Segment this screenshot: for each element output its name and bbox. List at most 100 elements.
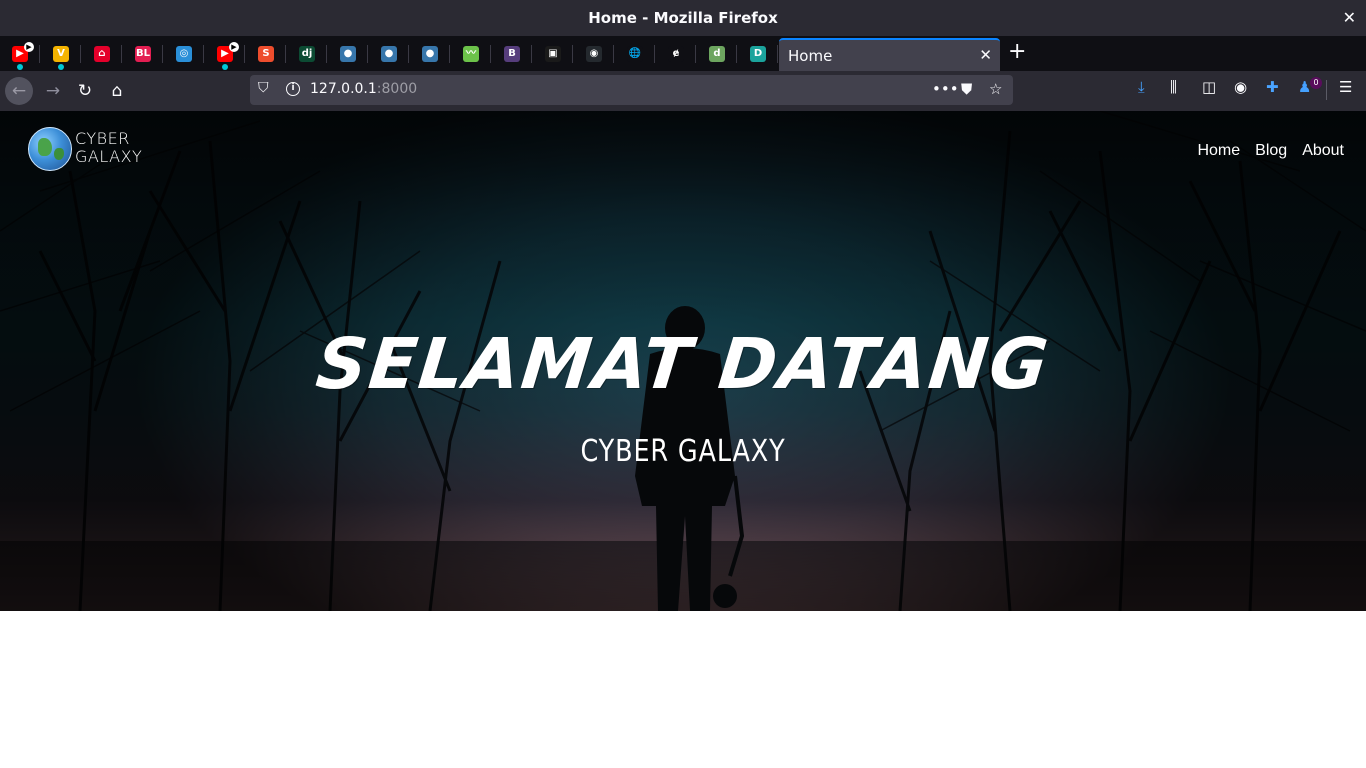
bulb-icon: V [53, 46, 69, 62]
pinned-tab[interactable]: D [738, 36, 778, 71]
playing-badge-icon: ▶ [229, 42, 239, 52]
tab-separator [80, 45, 81, 63]
back-button[interactable]: ← [5, 77, 33, 105]
shopee-icon: S [258, 46, 274, 62]
pinned-tab[interactable]: ▣ [533, 36, 573, 71]
circle-logo-icon: ◎ [176, 46, 192, 62]
bookmark-star-icon[interactable]: ☆ [989, 80, 1002, 98]
django-icon: dj [299, 46, 315, 62]
logo-text: CYBER GALAXY [75, 130, 142, 166]
url-host: 127.0.0.1 [310, 81, 377, 97]
house-icon: ⌂ [94, 46, 110, 62]
tab-separator [777, 45, 778, 63]
tab-separator [654, 45, 655, 63]
tracking-shield-icon[interactable]: ⛉ [258, 80, 269, 96]
tab-close-icon[interactable]: ✕ [979, 46, 992, 64]
stylized-e-icon: ɇ [668, 46, 684, 62]
tab-separator [367, 45, 368, 63]
tab-separator [695, 45, 696, 63]
pinned-tab[interactable]: dj [287, 36, 327, 71]
nav-toolbar: ← → ↻ ⌂ ⛉ i 127.0.0.1:8000 ••• ⛊ ☆ [0, 71, 1366, 111]
playing-badge-icon: ▶ [24, 42, 34, 52]
nav-link-home[interactable]: Home [1197, 142, 1240, 159]
d-docs-icon: D [750, 46, 766, 62]
tab-strip: ▶ ▶ V ⌂ BL ◎ ▶ ▶ Sdj ● ● ● 〰 B ▣ ◉ 🌐 ɇ d D Home ✕ [0, 36, 1366, 71]
tab-home[interactable]: Home ✕ [779, 38, 1000, 71]
tab-separator [326, 45, 327, 63]
tab-separator [736, 45, 737, 63]
tab-separator [162, 45, 163, 63]
pinned-tab[interactable]: BL [123, 36, 163, 71]
url-bar[interactable]: ⛉ i 127.0.0.1:8000 ••• ⛊ ☆ [250, 75, 1013, 105]
pinned-tab[interactable]: 🌐 [615, 36, 655, 71]
globe-icon: 🌐 [627, 46, 643, 62]
pinned-tab[interactable]: ▶ ▶ [205, 36, 245, 71]
nav-link-blog[interactable]: Blog [1255, 142, 1287, 159]
tab-label: Home [788, 47, 833, 65]
account-icon[interactable]: ◉ [1234, 78, 1247, 96]
attention-dot-icon [58, 64, 64, 70]
chart-app-icon: 〰 [463, 46, 479, 62]
site-nav: Home Blog About [1182, 140, 1344, 160]
pinned-tab[interactable]: ● [328, 36, 368, 71]
url-text[interactable]: 127.0.0.1:8000 [310, 81, 417, 97]
tab-separator [531, 45, 532, 63]
forward-button[interactable]: → [39, 77, 67, 105]
tab-separator [244, 45, 245, 63]
hero-section: CYBER GALAXY Home Blog About SELAMAT DATAN… [0, 111, 1366, 611]
site-info-icon[interactable]: i [286, 82, 300, 96]
window-title: Home - Mozilla Firefox [588, 9, 778, 27]
page-content: CYBER GALAXY Home Blog About SELAMAT DATAN… [0, 111, 1366, 768]
toolbar-separator [1326, 80, 1327, 100]
tab-separator [39, 45, 40, 63]
tab-separator [490, 45, 491, 63]
pinned-tab[interactable]: ◉ [574, 36, 614, 71]
hero-headline: SELAMAT DATANG [312, 323, 1054, 405]
pinned-tab[interactable]: V [41, 36, 81, 71]
pinned-tab[interactable]: ▶ ▶ [0, 36, 40, 71]
new-tab-button[interactable]: + [1008, 40, 1026, 64]
extension-icon[interactable]: ✚ [1266, 78, 1279, 96]
pinned-tab[interactable]: 〰 [451, 36, 491, 71]
hero-subheadline: CYBER GALAXY [580, 434, 786, 469]
url-port: :8000 [376, 81, 418, 97]
logo-line-1: CYBER [75, 129, 130, 148]
tab-separator [121, 45, 122, 63]
nav-link-about[interactable]: About [1302, 142, 1344, 159]
tab-separator [613, 45, 614, 63]
tab-separator [572, 45, 573, 63]
pinned-tab[interactable]: ● [369, 36, 409, 71]
pinned-tab[interactable]: d [697, 36, 737, 71]
bl-icon: BL [135, 46, 151, 62]
pinned-tab[interactable]: ◎ [164, 36, 204, 71]
window-titlebar: Home - Mozilla Firefox ✕ [0, 0, 1366, 36]
pinned-tab[interactable]: ● [410, 36, 450, 71]
library-icon[interactable]: ⫼ [1170, 78, 1177, 96]
python-icon: ● [340, 46, 356, 62]
python-icon: ● [381, 46, 397, 62]
sidebar-icon[interactable]: ◫ [1202, 78, 1216, 96]
github-icon: ◉ [586, 46, 602, 62]
pinned-tab[interactable]: S [246, 36, 286, 71]
hamburger-menu-icon[interactable]: ☰ [1339, 78, 1352, 96]
pinned-tab[interactable]: ɇ [656, 36, 696, 71]
inbox-icon: ▣ [545, 46, 561, 62]
tab-separator [203, 45, 204, 63]
home-button[interactable]: ⌂ [103, 77, 131, 105]
tab-separator [449, 45, 450, 63]
tab-separator [408, 45, 409, 63]
pinned-tab[interactable]: B [492, 36, 532, 71]
pocket-icon[interactable]: ⛊ [961, 80, 972, 98]
logo-line-2: GALAXY [75, 147, 143, 166]
python-icon: ● [422, 46, 438, 62]
attention-dot-icon [222, 64, 228, 70]
site-logo[interactable]: CYBER GALAXY [28, 127, 148, 173]
window-close-icon[interactable]: ✕ [1343, 8, 1356, 27]
pinned-tab[interactable]: ⌂ [82, 36, 122, 71]
attention-dot-icon [17, 64, 23, 70]
globe-icon [28, 127, 72, 171]
bootstrap-icon: B [504, 46, 520, 62]
reload-button[interactable]: ↻ [71, 77, 99, 105]
page-actions-icon[interactable]: ••• [932, 80, 959, 98]
download-icon[interactable]: ⤓ [1138, 78, 1145, 96]
